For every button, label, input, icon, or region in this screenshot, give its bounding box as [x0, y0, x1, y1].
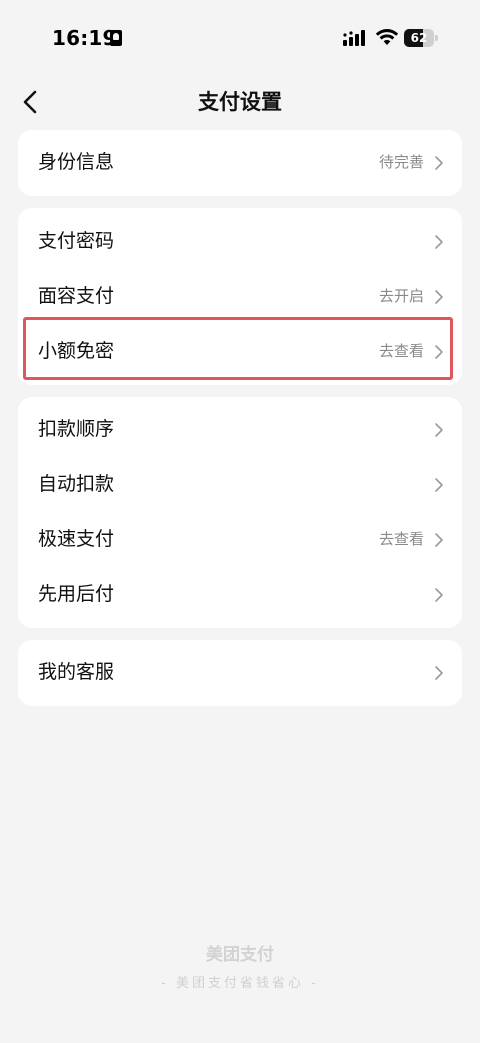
- nav-bar: 支付设置: [0, 76, 480, 128]
- chevron-right-icon: [435, 423, 443, 437]
- row-status: 待完善: [378, 153, 424, 171]
- page-title: 支付设置: [198, 90, 282, 114]
- row-auto-deduction[interactable]: 自动扣款: [18, 457, 462, 512]
- battery-icon: 62: [404, 29, 438, 47]
- row-label: 先用后付: [38, 583, 115, 605]
- row-status: 去查看: [378, 342, 424, 360]
- row-face-pay[interactable]: 面容支付 去开启: [18, 269, 462, 324]
- contact-card-icon: [110, 30, 122, 46]
- row-label: 我的客服: [38, 661, 115, 683]
- row-label: 身份信息: [38, 151, 115, 173]
- row-label: 小额免密: [38, 340, 115, 362]
- chevron-left-icon: [23, 90, 37, 114]
- chevron-right-icon: [435, 478, 443, 492]
- row-payment-password[interactable]: 支付密码: [18, 214, 462, 269]
- chevron-right-icon: [435, 290, 443, 304]
- identity-card: 身份信息 待完善: [18, 130, 462, 196]
- service-card: 我的客服: [18, 640, 462, 706]
- row-label: 支付密码: [38, 230, 115, 252]
- back-button[interactable]: [14, 84, 50, 120]
- status-bar: 16:19 62: [0, 0, 480, 76]
- row-pay-later[interactable]: 先用后付: [18, 567, 462, 622]
- row-small-password-free[interactable]: 小额免密 去查看: [18, 324, 462, 379]
- cellular-signal-icon: [343, 30, 365, 46]
- row-status: 去开启: [378, 287, 424, 305]
- row-identity-info[interactable]: 身份信息 待完善: [18, 135, 462, 190]
- chevron-right-icon: [435, 156, 443, 170]
- battery-percentage: 62: [410, 31, 428, 45]
- chevron-right-icon: [435, 533, 443, 547]
- row-express-pay[interactable]: 极速支付 去查看: [18, 512, 462, 567]
- row-deduction-order[interactable]: 扣款顺序: [18, 402, 462, 457]
- chevron-right-icon: [435, 235, 443, 249]
- security-card: 支付密码 面容支付 去开启 小额免密 去查看: [18, 208, 462, 385]
- status-time: 16:19: [52, 26, 117, 50]
- footer-slogan: - 美团支付省钱省心 -: [161, 976, 319, 991]
- row-customer-service[interactable]: 我的客服: [18, 645, 462, 700]
- chevron-right-icon: [435, 666, 443, 680]
- row-status: 去查看: [378, 530, 424, 548]
- row-label: 扣款顺序: [38, 418, 115, 440]
- row-label: 面容支付: [38, 285, 115, 307]
- wifi-icon: [375, 29, 399, 45]
- footer-brand: 美团支付: [206, 945, 274, 965]
- row-label: 自动扣款: [38, 473, 115, 495]
- chevron-right-icon: [435, 588, 443, 602]
- payment-options-card: 扣款顺序 自动扣款 极速支付 去查看 先用后付: [18, 397, 462, 628]
- row-label: 极速支付: [38, 528, 115, 550]
- chevron-right-icon: [435, 345, 443, 359]
